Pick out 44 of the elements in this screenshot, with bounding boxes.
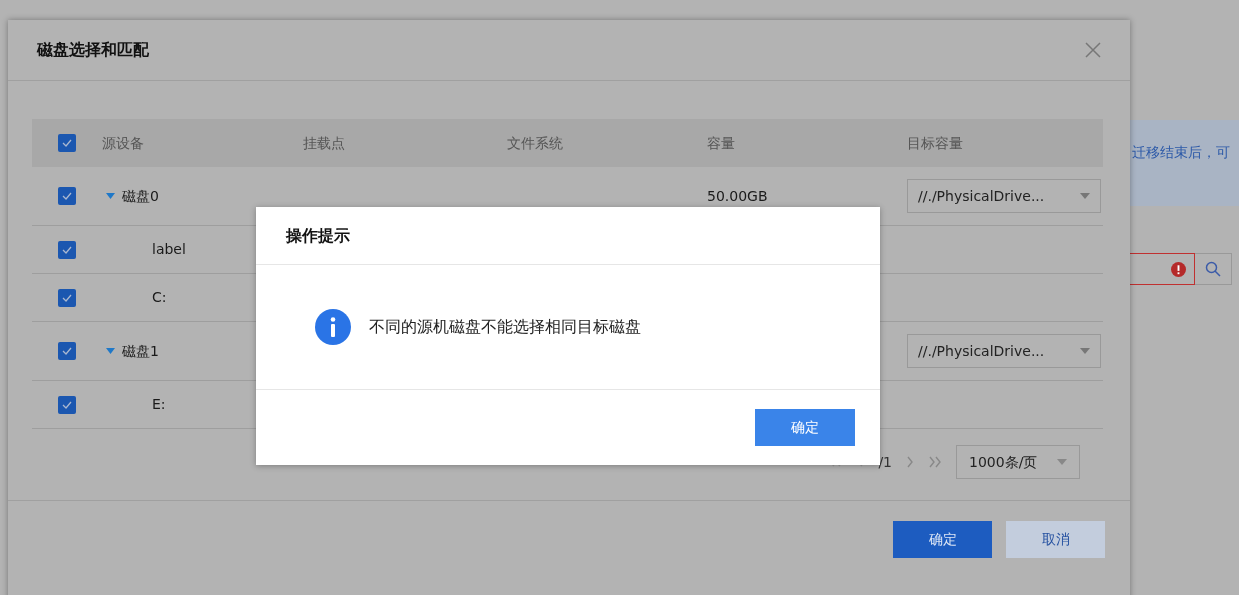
device-name: label — [152, 240, 186, 259]
device-name: 磁盘1 — [122, 341, 159, 361]
checkbox[interactable] — [58, 187, 76, 205]
checkbox[interactable] — [58, 288, 76, 307]
dialog-title: 磁盘选择和匹配 — [37, 39, 149, 61]
search-icon — [1205, 261, 1221, 277]
checkmark-icon — [62, 245, 72, 254]
checkbox[interactable] — [58, 342, 76, 360]
target-select[interactable]: //./PhysicalDrive... — [907, 334, 1101, 368]
alert-message: 不同的源机磁盘不能选择相同目标磁盘 — [369, 316, 641, 338]
notice-text: 迁移结束后，可 — [1132, 144, 1230, 160]
error-icon — [1171, 261, 1186, 277]
device-name: E: — [152, 395, 166, 414]
caret-icon — [1057, 459, 1067, 465]
info-icon — [315, 309, 351, 345]
column-header: 容量 — [707, 135, 735, 151]
checkmark-icon — [62, 347, 72, 355]
caret-icon — [1080, 348, 1090, 354]
checkmark-icon — [62, 400, 72, 409]
column-header: 源设备 — [102, 135, 144, 151]
checkmark-icon — [62, 293, 72, 302]
checkbox[interactable] — [58, 395, 76, 414]
alert-title: 操作提示 — [286, 224, 350, 247]
confirm-button[interactable]: 确定 — [893, 521, 992, 558]
total-pages: /1 — [878, 452, 892, 472]
device-name: 磁盘0 — [122, 186, 159, 206]
page-size-select[interactable]: 1000条/页 — [956, 445, 1080, 479]
device-name: C: — [152, 288, 167, 307]
capacity-text: 50.00GB — [707, 187, 768, 204]
checkbox[interactable] — [58, 134, 76, 152]
cancel-button[interactable]: 取消 — [1006, 521, 1105, 558]
search-button[interactable] — [1195, 253, 1232, 285]
target-select[interactable]: //./PhysicalDrive... — [907, 179, 1101, 213]
column-header: 目标容量 — [907, 135, 963, 151]
caret-icon — [1080, 193, 1090, 199]
last-page-icon[interactable] — [928, 456, 942, 468]
checkmark-icon — [62, 192, 72, 200]
confirm-button[interactable]: 确定 — [755, 409, 855, 446]
checkmark-icon — [62, 139, 72, 147]
next-page-icon[interactable] — [906, 456, 914, 468]
column-header: 挂载点 — [303, 135, 345, 151]
checkbox[interactable] — [58, 240, 76, 259]
column-header: 文件系统 — [507, 135, 563, 151]
close-icon[interactable] — [1085, 42, 1101, 58]
